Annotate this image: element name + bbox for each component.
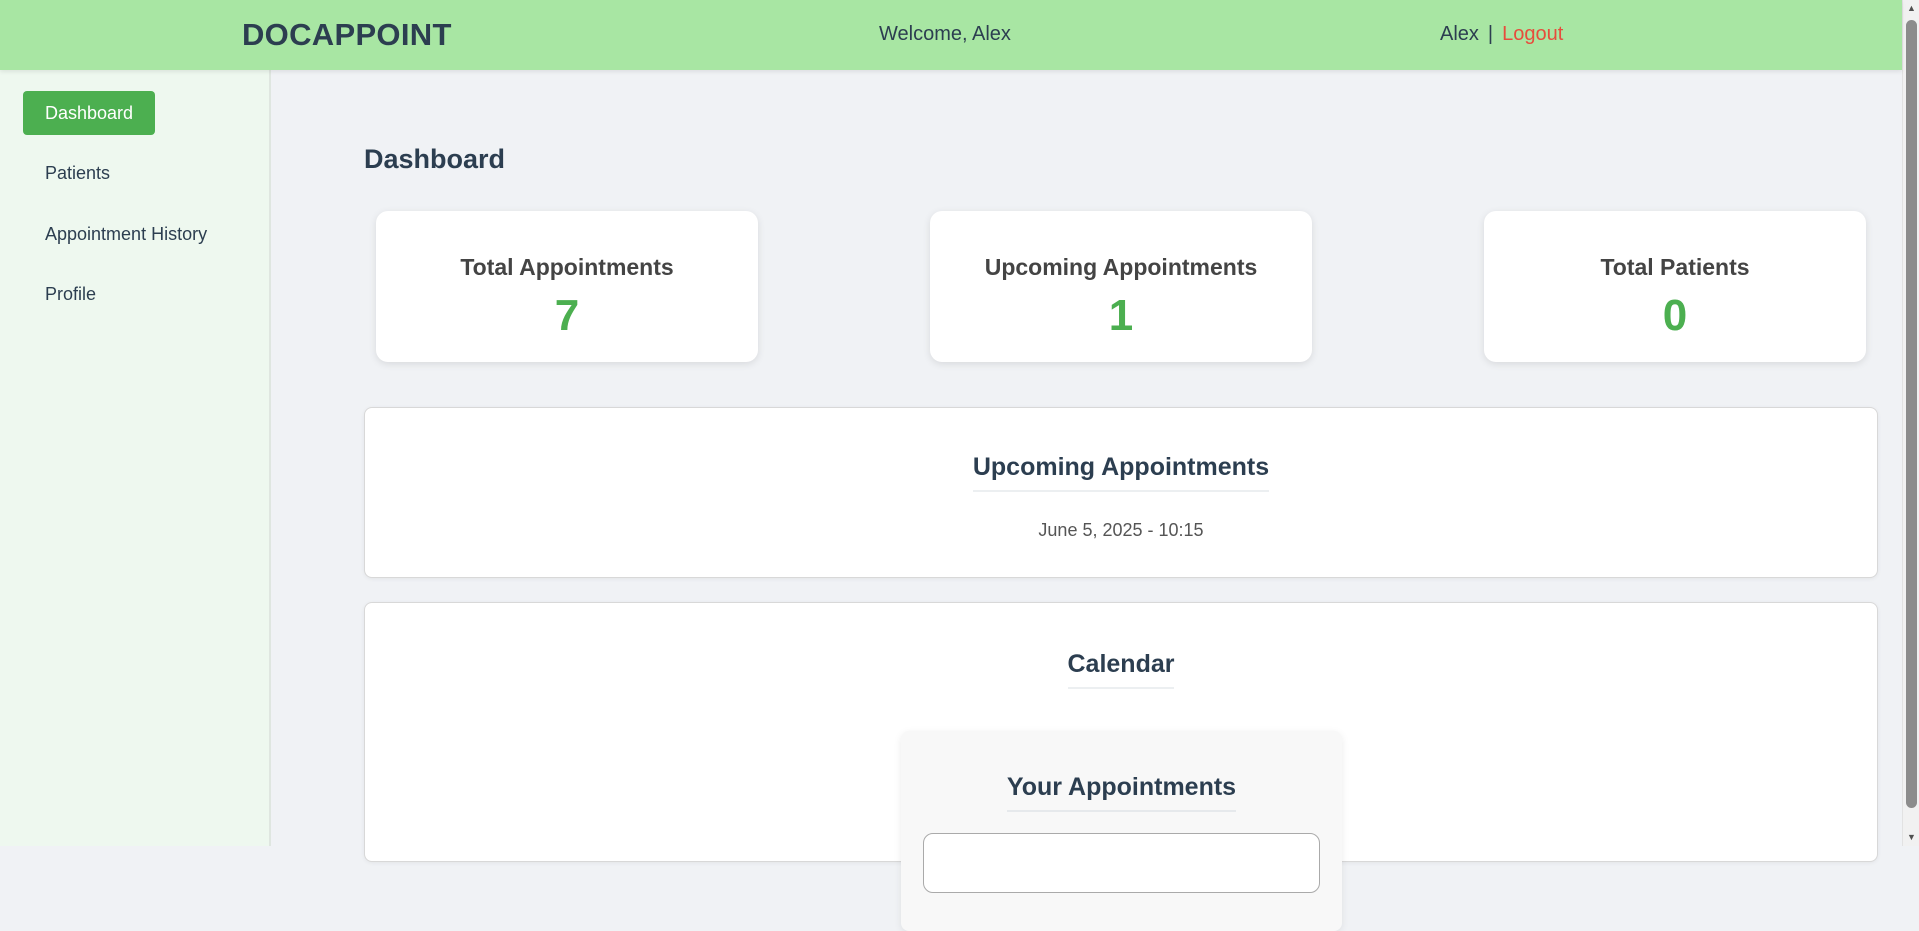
calendar-heading: Calendar — [1067, 650, 1175, 689]
your-appointments-card: Your Appointments — [901, 731, 1342, 931]
top-navbar: DOCAPPOINT Welcome, Alex Alex | Logout — [0, 0, 1902, 70]
stat-label: Total Patients — [1600, 254, 1750, 280]
scroll-down-arrow-icon[interactable]: ▼ — [1903, 829, 1919, 846]
your-appointments-heading: Your Appointments — [1006, 773, 1237, 812]
stat-card-total-patients: Total Patients 0 — [1484, 211, 1866, 362]
your-appointments-title: Your Appointments — [901, 773, 1342, 812]
stat-card-upcoming-appointments: Upcoming Appointments 1 — [930, 211, 1312, 362]
page-title: Dashboard — [364, 144, 506, 174]
upcoming-appointments-title: Upcoming Appointments — [365, 453, 1877, 492]
calendar-widget[interactable] — [923, 833, 1320, 893]
stat-label: Total Appointments — [460, 254, 674, 280]
stat-label: Upcoming Appointments — [984, 254, 1258, 280]
username: Alex — [1440, 23, 1479, 45]
stat-card-total-appointments: Total Appointments 7 — [376, 211, 758, 362]
stat-value: 0 — [1662, 291, 1688, 340]
sidebar-item-profile[interactable]: Profile — [23, 272, 118, 316]
scroll-up-arrow-icon[interactable]: ▲ — [1903, 0, 1919, 17]
upcoming-appointments-panel: Upcoming Appointments June 5, 2025 - 10:… — [364, 407, 1878, 578]
calendar-panel: Calendar Your Appointments — [364, 602, 1878, 931]
sidebar-item-patients[interactable]: Patients — [23, 151, 132, 195]
calendar-title: Calendar — [365, 650, 1877, 689]
user-separator: | — [1487, 23, 1494, 45]
list-item: June 5, 2025 - 10:15 — [1038, 520, 1204, 540]
user-area: Alex | Logout — [1440, 23, 1563, 46]
scroll-thumb[interactable] — [1906, 20, 1917, 808]
vertical-scrollbar[interactable]: ▲ ▼ — [1902, 0, 1919, 846]
sidebar-item-dashboard[interactable]: Dashboard — [23, 91, 156, 135]
sidebar-item-appointment-history[interactable]: Appointment History — [23, 212, 229, 256]
sidebar: Dashboard Patients Appointment History P… — [0, 70, 271, 846]
logout-link[interactable]: Logout — [1502, 23, 1563, 45]
stat-value: 1 — [1108, 291, 1134, 340]
upcoming-appointments-heading: Upcoming Appointments — [972, 453, 1270, 492]
welcome-message: Welcome, Alex — [879, 23, 1011, 45]
brand-logo[interactable]: DOCAPPOINT — [242, 17, 452, 53]
stat-value: 7 — [554, 291, 580, 340]
